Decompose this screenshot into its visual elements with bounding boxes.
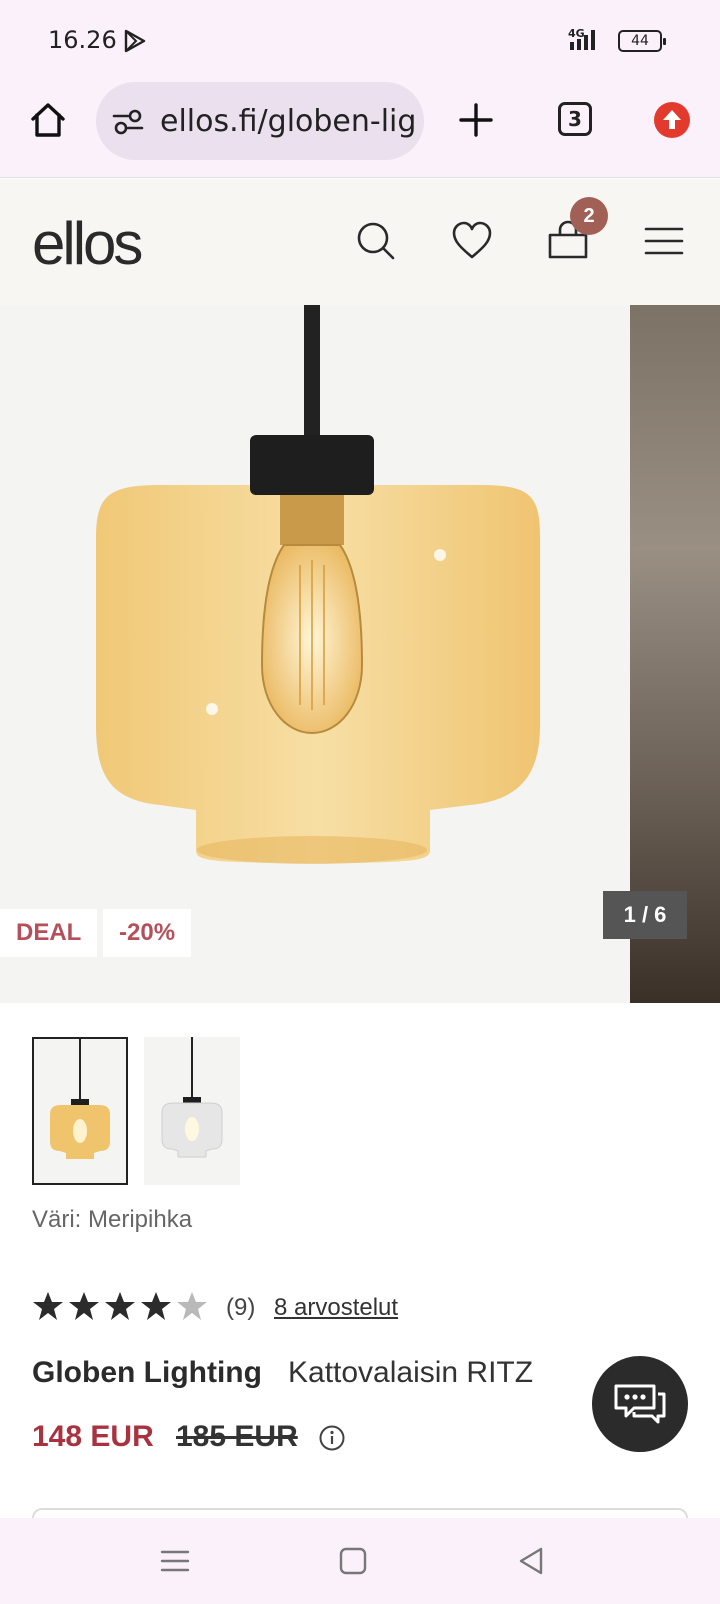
ellos-logo[interactable]: ellos	[32, 209, 143, 278]
url-text[interactable]: ellos.fi/globen-lig	[160, 104, 416, 139]
site-header: ellos 2	[0, 179, 720, 305]
heart-icon[interactable]	[450, 219, 494, 263]
product-name: Kattovalaisin RITZ	[288, 1356, 534, 1389]
image-counter: 1 / 6	[603, 891, 687, 939]
battery-indicator: 44	[618, 30, 666, 52]
network-type: 4G	[568, 27, 585, 40]
address-bar[interactable]: ellos.fi/globen-lig	[96, 82, 424, 160]
color-thumbnail-amber[interactable]	[32, 1037, 128, 1185]
discount-badge: -20%	[103, 909, 192, 957]
play-store-icon	[124, 29, 146, 53]
recent-apps-icon[interactable]	[158, 1544, 192, 1578]
amber-lamp-thumbnail	[50, 1039, 110, 1159]
back-icon[interactable]	[514, 1544, 548, 1578]
update-button[interactable]	[654, 102, 690, 138]
current-price: 148 EUR	[32, 1420, 154, 1453]
cart-count-badge: 2	[570, 197, 608, 235]
status-time: 16.26	[48, 26, 117, 54]
clear-lamp-thumbnail	[161, 1037, 223, 1158]
browser-toolbar: ellos.fi/globen-lig 3	[0, 80, 720, 178]
search-icon[interactable]	[354, 219, 398, 263]
product-image-carousel[interactable]: DEAL -20% 1 / 6	[0, 305, 720, 1003]
tab-switcher-button[interactable]: 3	[558, 102, 592, 136]
home-nav-icon[interactable]	[336, 1544, 370, 1578]
home-icon[interactable]	[28, 100, 68, 140]
color-label: Väri: Meripihka	[32, 1206, 193, 1233]
original-price: 185 EUR	[176, 1420, 298, 1453]
rating-count: (9)	[226, 1294, 256, 1321]
star-filled-icon	[33, 1292, 63, 1320]
arrow-up-icon	[663, 110, 681, 129]
menu-icon[interactable]	[642, 219, 686, 263]
star-empty-icon	[177, 1292, 207, 1320]
star-filled-icon	[141, 1292, 171, 1320]
new-tab-icon[interactable]	[456, 100, 496, 140]
star-filled-icon	[105, 1292, 135, 1320]
site-settings-icon[interactable]	[112, 108, 144, 136]
product-image-lamp	[96, 305, 540, 864]
chat-icon	[614, 1384, 666, 1424]
star-filled-icon	[69, 1292, 99, 1320]
color-thumbnail-clear[interactable]	[144, 1037, 240, 1185]
info-icon[interactable]	[318, 1424, 346, 1452]
chat-button[interactable]	[592, 1356, 688, 1452]
reviews-link[interactable]: 8 arvostelut	[274, 1294, 398, 1322]
status-bar: 16.26 4G 44	[0, 0, 720, 80]
deal-badge: DEAL	[0, 909, 98, 957]
star-rating	[32, 1290, 208, 1322]
system-nav-bar	[0, 1518, 720, 1604]
product-brand[interactable]: Globen Lighting	[32, 1356, 262, 1390]
signal-icon: 4G	[568, 27, 595, 50]
